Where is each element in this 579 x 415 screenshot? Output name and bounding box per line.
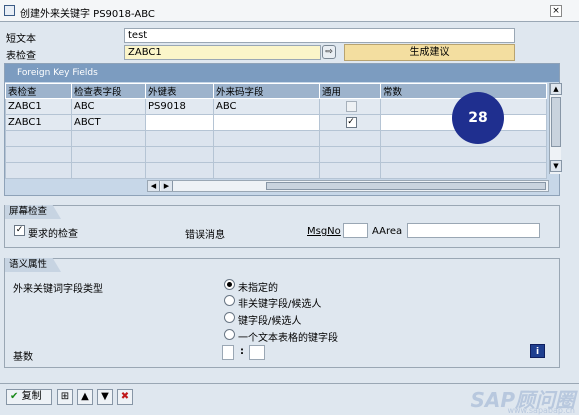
aarea-input[interactable] <box>407 223 540 238</box>
check-icon: ✔ <box>10 391 19 402</box>
number-badge: 28 <box>452 92 504 144</box>
cancel-x-icon: ✖ <box>120 391 130 402</box>
move-up-button[interactable]: ▲ <box>77 389 93 405</box>
details-button[interactable]: ⊞ <box>57 389 73 405</box>
cardinality-right-input[interactable] <box>249 345 265 360</box>
cardinality-label: 基数 <box>13 352 33 363</box>
footer-toolbar: ✔ 复制 ⊞ ▲ ▼ ✖ SAP顾问圈 www.sapabap.cn <box>0 383 579 415</box>
cancel-button[interactable]: ✖ <box>117 389 133 405</box>
scroll-down-icon[interactable]: ▼ <box>550 160 562 172</box>
window-titlebar: 创建外来关键字 PS9018-ABC × <box>0 0 579 22</box>
table-row[interactable] <box>5 162 547 179</box>
radio-non-key[interactable] <box>224 295 235 306</box>
required-check-checkbox[interactable]: ✓ <box>14 225 25 236</box>
cell-fk-field[interactable]: ABC <box>213 98 320 115</box>
required-check-label: 要求的检查 <box>28 229 78 240</box>
cell-fk-field[interactable] <box>213 114 320 131</box>
radio-unspecified[interactable] <box>224 279 235 290</box>
cell-check-field[interactable]: ABCT <box>71 114 146 131</box>
value-help-icon[interactable]: ⇨ <box>322 45 336 59</box>
info-icon[interactable]: i <box>530 344 545 358</box>
cell-check-table[interactable]: ZABC1 <box>5 114 72 131</box>
check-table-label: 表检查 <box>6 51 36 62</box>
radio-label: 非关键字段/候选人 <box>238 299 322 310</box>
group-title: 语义属性 <box>5 258 62 272</box>
col-header[interactable]: 检查表字段 <box>71 83 146 99</box>
panel-title: Foreign Key Fields <box>5 64 559 82</box>
radio-text-table-key[interactable] <box>224 329 235 340</box>
cell-check-field[interactable]: ABC <box>71 98 146 115</box>
window-icon <box>4 5 15 16</box>
scroll-up-icon[interactable]: ▲ <box>550 83 562 95</box>
radio-label: 一个文本表格的键字段 <box>238 333 338 344</box>
horizontal-scrollbar[interactable]: ◀ ▶ <box>147 180 549 192</box>
aarea-label: AArea <box>372 226 403 237</box>
copy-button[interactable]: ✔ 复制 <box>6 389 52 405</box>
radio-label: 未指定的 <box>238 283 278 294</box>
radio-label: 键字段/候选人 <box>238 316 302 327</box>
field-type-label: 外来关键词字段类型 <box>13 284 103 295</box>
screen-check-group: 屏幕检查 ✓ 要求的检查 错误消息 MsgNo AArea <box>4 205 560 248</box>
col-header[interactable]: 外键表 <box>145 83 214 99</box>
close-icon[interactable]: × <box>550 5 562 17</box>
cardinality-left-input[interactable] <box>222 345 234 360</box>
move-down-button[interactable]: ▼ <box>97 389 113 405</box>
generic-checkbox[interactable]: ✓ <box>345 116 357 128</box>
scroll-thumb[interactable] <box>551 97 561 147</box>
short-text-label: 短文本 <box>6 34 36 45</box>
cell-check-table[interactable]: ZABC1 <box>5 98 72 115</box>
semantic-attributes-group: 语义属性 外来关键词字段类型 未指定的 非关键字段/候选人 键字段/候选人 一个… <box>4 258 560 368</box>
scroll-left-icon[interactable]: ▶ <box>161 181 173 191</box>
arrow-up-icon: ▲ <box>81 391 89 402</box>
cell-fk-table[interactable] <box>145 114 214 131</box>
msgno-label: MsgNo <box>307 226 341 237</box>
cell-generic: ✓ <box>319 114 381 131</box>
cardinality-separator: : <box>240 346 244 357</box>
radio-key-field[interactable] <box>224 312 235 323</box>
generate-proposal-button[interactable]: 生成建议 <box>344 44 515 61</box>
generic-checkbox <box>345 100 357 112</box>
cell-generic <box>319 98 381 115</box>
msgno-input[interactable] <box>343 223 368 238</box>
vertical-scrollbar[interactable]: ▲ ▼ <box>549 83 562 174</box>
scroll-thumb[interactable] <box>266 182 546 190</box>
error-message-label: 错误消息 <box>185 230 225 241</box>
group-title: 屏幕检查 <box>5 205 62 219</box>
cell-fk-table[interactable]: PS9018 <box>145 98 214 115</box>
copy-button-label: 复制 <box>21 391 42 402</box>
details-icon: ⊞ <box>60 391 70 402</box>
check-table-input[interactable]: ZABC1 <box>124 45 321 60</box>
short-text-input[interactable]: test <box>124 28 515 43</box>
col-header[interactable]: 外来码字段 <box>213 83 320 99</box>
col-header[interactable]: 通用 <box>319 83 381 99</box>
window-title: 创建外来关键字 PS9018-ABC <box>20 9 155 20</box>
col-header[interactable]: 表检查 <box>5 83 72 99</box>
arrow-down-icon: ▼ <box>101 391 109 402</box>
table-row[interactable] <box>5 146 547 163</box>
scroll-first-icon[interactable]: ◀ <box>148 181 160 191</box>
